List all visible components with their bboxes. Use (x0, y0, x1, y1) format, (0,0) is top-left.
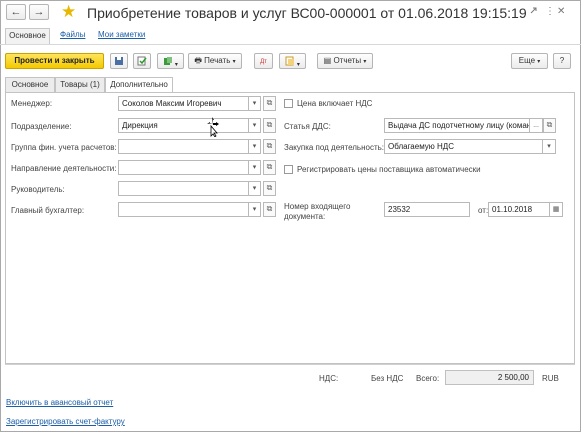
menu-dots-icon[interactable]: ⋮ (545, 6, 555, 17)
favorite-star-icon[interactable]: ★ (61, 2, 76, 22)
move-cursor-icon (206, 117, 220, 139)
printer-icon: 🖶 (194, 56, 202, 65)
purchase-activity-dropdown-icon[interactable]: ▾ (543, 139, 556, 154)
incoming-number-field[interactable]: 23532 (384, 202, 470, 217)
forward-button[interactable]: → (29, 4, 49, 20)
reports-button[interactable]: ▤ Отчеты ▾ (317, 53, 373, 69)
link-icon[interactable] (529, 6, 539, 19)
nav-tab-files[interactable]: Файлы (60, 28, 85, 44)
fin-group-dropdown-icon[interactable]: ▾ (249, 139, 261, 154)
currency-label: RUB (542, 374, 559, 383)
advance-report-link[interactable]: Включить в авансовый отчет (6, 398, 113, 407)
price-includes-vat-checkbox[interactable] (284, 99, 293, 108)
dt-kt-button[interactable]: Дт (254, 53, 273, 69)
incoming-number-label-line1: Номер входящего (284, 202, 351, 211)
save-icon (115, 57, 123, 65)
create-based-on-button[interactable]: ▾ (157, 53, 184, 69)
footer-divider (5, 364, 575, 365)
help-button[interactable]: ? (553, 53, 571, 69)
manager-dropdown-icon[interactable]: ▾ (249, 96, 261, 111)
post-and-close-button[interactable]: Провести и закрыть (5, 53, 104, 69)
accountant-open-icon[interactable]: ⧉ (263, 202, 276, 217)
manager-open-icon[interactable]: ⧉ (263, 96, 276, 111)
vat-label: НДС: (319, 374, 339, 383)
manager-label: Менеджер: (11, 99, 53, 108)
vat-value: Без НДС (371, 374, 404, 383)
fin-group-open-icon[interactable]: ⧉ (263, 139, 276, 154)
save-button[interactable] (110, 53, 128, 69)
incoming-date-field[interactable]: 01.10.2018 (488, 202, 550, 217)
dds-select-button[interactable]: ... (530, 118, 543, 133)
total-value: 2 500,00 (445, 370, 534, 385)
fin-group-field[interactable] (118, 139, 249, 154)
chevron-down-icon: ▾ (295, 62, 300, 68)
register-prices-label: Регистрировать цены поставщика автоматич… (297, 165, 481, 174)
tab-main[interactable]: Основное (5, 77, 55, 92)
accountant-field[interactable] (118, 202, 249, 217)
register-invoice-link[interactable]: Зарегистрировать счет-фактуру (6, 417, 125, 426)
more-label: Еще (518, 56, 536, 65)
activity-dropdown-icon[interactable]: ▾ (249, 160, 261, 175)
activity-field[interactable] (118, 160, 249, 175)
total-label: Всего: (416, 374, 440, 383)
head-dropdown-icon[interactable]: ▾ (249, 181, 261, 196)
price-includes-vat-label: Цена включает НДС (297, 99, 373, 108)
register-prices-checkbox[interactable] (284, 165, 293, 174)
manager-field[interactable]: Соколов Максим Игоревич (118, 96, 249, 111)
date-label: от: (478, 206, 489, 215)
accountant-dropdown-icon[interactable]: ▾ (249, 202, 261, 217)
print-button[interactable]: 🖶 Печать ▾ (188, 53, 242, 69)
documents-icon (285, 56, 295, 66)
head-field[interactable] (118, 181, 249, 196)
purchase-activity-label: Закупка под деятельность: (284, 143, 385, 152)
chevron-down-icon: ▾ (173, 62, 178, 68)
tab-goods[interactable]: Товары (1) (55, 77, 105, 92)
forward-arrow-icon: → (33, 6, 45, 18)
dds-label: Статья ДДС: (284, 122, 331, 131)
tab-additional[interactable]: Дополнительно (105, 77, 173, 93)
dt-kt-icon: Дт (260, 59, 267, 65)
dds-field[interactable]: Выдача ДС подотчетному лицу (коман (384, 118, 530, 133)
activity-open-icon[interactable]: ⧉ (263, 160, 276, 175)
activity-label: Направление деятельности: (11, 164, 117, 173)
nav-tab-notes[interactable]: Мои заметки (98, 28, 145, 44)
department-open-icon[interactable]: ⧉ (263, 118, 276, 133)
back-button[interactable]: ← (6, 4, 26, 20)
post-button[interactable] (133, 53, 151, 69)
print-label: Печать (204, 56, 231, 65)
head-label: Руководитель: (11, 185, 65, 194)
post-document-icon (137, 56, 147, 66)
nav-tab-main[interactable]: Основное (5, 28, 50, 44)
department-field[interactable]: Дирекция (118, 118, 249, 133)
accountant-label: Главный бухгалтер: (11, 206, 85, 215)
back-arrow-icon: ← (10, 6, 22, 18)
chevron-down-icon: ▾ (363, 59, 367, 65)
related-documents-button[interactable]: ▾ (279, 53, 306, 69)
head-open-icon[interactable]: ⧉ (263, 181, 276, 196)
incoming-number-label-line2: документа: (284, 212, 326, 221)
purchase-activity-field[interactable]: Облагаемую НДС (384, 139, 543, 154)
create-based-on-icon (164, 57, 173, 65)
calendar-icon[interactable]: ▦ (550, 202, 563, 217)
department-label: Подразделение: (11, 122, 72, 131)
nav-divider (0, 44, 581, 45)
chevron-down-icon: ▾ (537, 59, 541, 65)
chevron-down-icon: ▾ (232, 59, 236, 65)
fin-group-label: Группа фин. учета расчетов: (11, 143, 117, 152)
department-dropdown-icon[interactable]: ▾ (249, 118, 261, 133)
reports-label: Отчеты (333, 56, 362, 65)
window-title: Приобретение товаров и услуг ВС00-000001… (87, 5, 527, 21)
dds-open-icon[interactable]: ⧉ (543, 118, 556, 133)
report-icon: ▤ (323, 56, 332, 65)
close-icon[interactable]: ✕ (557, 6, 565, 17)
more-button[interactable]: Еще ▾ (511, 53, 548, 69)
